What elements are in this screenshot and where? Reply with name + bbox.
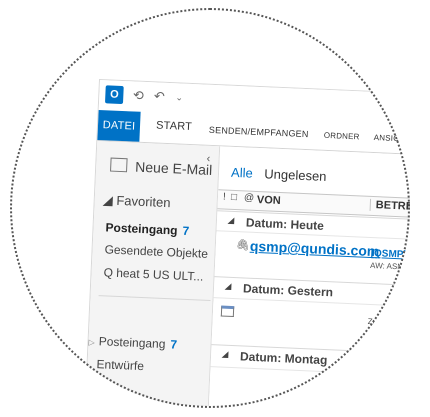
tab-file[interactable]: DATEI <box>97 109 141 142</box>
unread-count: 7 <box>182 223 190 239</box>
filter-unread[interactable]: Ungelesen <box>264 166 327 184</box>
date-group-label: Datum: Montag <box>239 349 328 368</box>
tab-start[interactable]: START <box>156 119 193 133</box>
importance-column-icon[interactable]: ! <box>223 191 226 202</box>
mail-line: WAI <box>364 385 380 396</box>
circular-viewport: O ⟲ ↶ ⌄ DATEI START SENDEN/EMPFANGEN ORD… <box>10 8 410 408</box>
outlook-window: O ⟲ ↶ ⌄ DATEI START SENDEN/EMPFANGEN ORD… <box>85 80 410 408</box>
send-receive-icon[interactable]: ⟲ <box>131 87 146 103</box>
tab-send-receive[interactable]: SENDEN/EMPFANGEN <box>209 125 309 139</box>
sidebar-separator <box>98 295 211 302</box>
undo-icon[interactable]: ↶ <box>152 88 167 104</box>
favorites-header[interactable]: ◢ Favoriten <box>102 192 170 211</box>
attachment-column-icon[interactable]: @ <box>244 192 255 203</box>
expand-icon: ▷ <box>88 337 95 348</box>
collapse-triangle-icon: ◢ <box>224 281 232 291</box>
date-group-label: Datum: Heute <box>245 215 325 233</box>
collapse-triangle-icon: ◢ <box>227 215 235 225</box>
screenshot-stage: O ⟲ ↶ ⌄ DATEI START SENDEN/EMPFANGEN ORD… <box>0 0 430 417</box>
filter-all[interactable]: Alle <box>231 165 253 181</box>
sidebar-item-inbox[interactable]: Posteingang 7 <box>105 220 189 238</box>
navigation-pane: ‹ Neue E-Mail ◢ Favoriten Posteingang 7 G… <box>85 140 221 407</box>
sidebar-item-inbox-secondary[interactable]: ▷ Posteingang 7 <box>88 334 178 352</box>
customize-icon[interactable]: ⌄ <box>172 90 187 105</box>
sidebar-item-label: Posteingang <box>105 220 178 238</box>
sidebar-item-drafts[interactable]: Entwürfe <box>96 357 144 373</box>
paperclip-icon: 🖇 <box>235 239 251 252</box>
new-mail-label: Neue E-Mail <box>134 158 213 178</box>
collapse-triangle-icon: ◢ <box>221 349 229 359</box>
unread-count: 7 <box>170 337 178 352</box>
right-edge <box>380 72 410 392</box>
favorites-label: Favoriten <box>116 192 171 211</box>
date-group-label: Datum: Gestern <box>242 281 334 300</box>
message-filters: Alle Ungelesen <box>231 165 327 184</box>
column-from[interactable]: VON <box>257 194 281 207</box>
message-type-column-icon[interactable]: □ <box>231 192 238 203</box>
collapse-triangle-icon: ◢ <box>102 192 114 208</box>
tab-folder[interactable]: ORDNER <box>324 131 360 142</box>
meeting-response-icon <box>220 305 235 318</box>
mail-sender: qsmp@qundis.com <box>249 237 380 260</box>
sidebar-item-q-heat[interactable]: Q heat 5 US ULT... <box>103 265 203 283</box>
sidebar-item-sent[interactable]: Gesendete Objekte <box>104 242 208 260</box>
sidebar-item-label: Posteingang <box>98 334 166 352</box>
envelope-icon <box>110 157 128 173</box>
new-mail-button[interactable]: Neue E-Mail <box>110 157 213 178</box>
outlook-logo: O <box>104 85 124 105</box>
